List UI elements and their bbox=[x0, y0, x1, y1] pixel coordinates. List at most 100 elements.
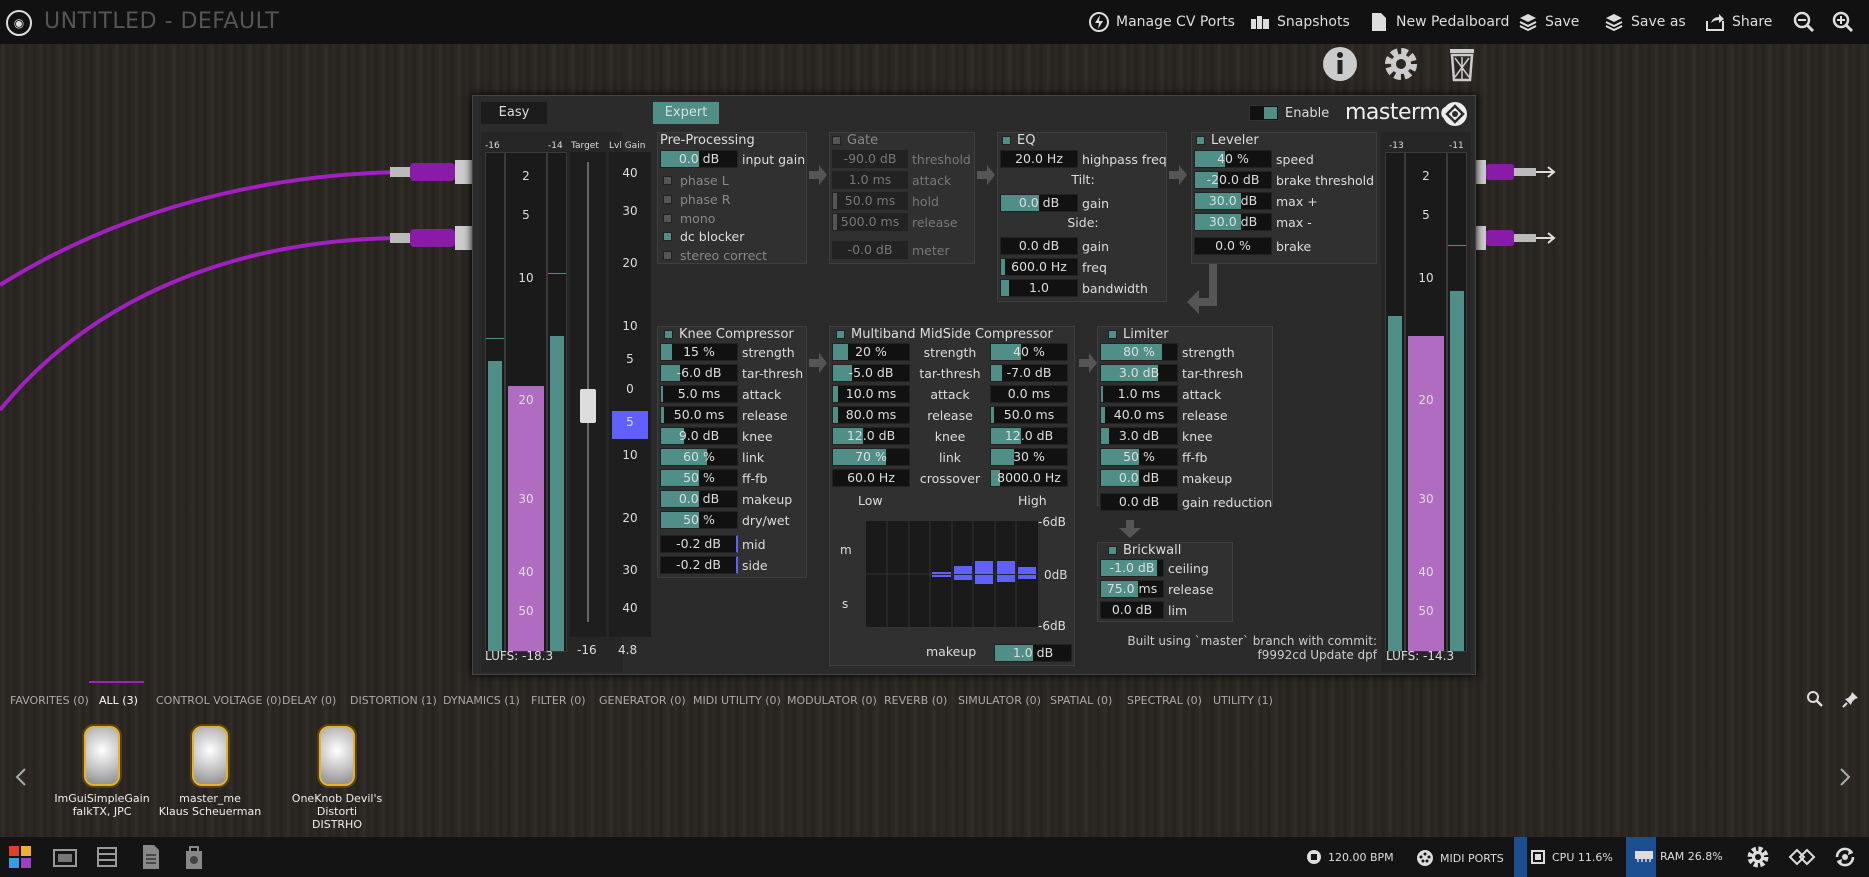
category-tab-filter[interactable]: FILTER (0) bbox=[531, 694, 586, 707]
side-gain-row[interactable]: 0.0 dB gain bbox=[1000, 236, 1109, 256]
category-tab-delay[interactable]: DELAY (0) bbox=[282, 694, 336, 707]
gate-attack-row[interactable]: 1.0 ms attack bbox=[832, 170, 951, 190]
input-gain-row[interactable]: 0.0 dB input gain bbox=[660, 149, 805, 169]
mb-release-row[interactable]: 80.0 ms release 50.0 ms bbox=[832, 405, 1068, 425]
limiter-makeup-row[interactable]: 0.0 dB makeup bbox=[1100, 468, 1232, 488]
category-tab-reverb[interactable]: REVERB (0) bbox=[884, 694, 947, 707]
knee-link-row[interactable]: 60 % link bbox=[660, 447, 764, 467]
mb-makeup-row[interactable]: 1.0 dB bbox=[994, 643, 1072, 663]
mod-logo-icon[interactable]: ◉ bbox=[6, 10, 32, 36]
leveler-title[interactable]: Leveler bbox=[1196, 133, 1259, 148]
knee-knee-row[interactable]: 9.0 dB knee bbox=[660, 426, 773, 446]
snapshots-button[interactable]: Snapshots bbox=[1249, 11, 1350, 33]
manage-cv-ports-button[interactable]: Manage CV Ports bbox=[1088, 11, 1235, 33]
knee-dry-wet-row[interactable]: 50 % dry/wet bbox=[660, 510, 790, 530]
pedal-oneknob-devils-distortion[interactable]: OneKnob Devil's Distorti DISTRHO bbox=[276, 726, 398, 831]
knee-release-row[interactable]: 50.0 ms release bbox=[660, 405, 788, 425]
target-slider-handle[interactable] bbox=[580, 389, 596, 423]
midi-ports-button[interactable]: MIDI PORTS bbox=[1416, 849, 1504, 867]
limiter-title[interactable]: Limiter bbox=[1108, 327, 1169, 342]
enable-toggle[interactable]: Enable bbox=[1249, 105, 1329, 121]
max-plus-row[interactable]: 30.0 dB max + bbox=[1194, 191, 1318, 211]
output-jacks-icon[interactable] bbox=[1474, 155, 1564, 265]
limiter-attack-row[interactable]: 1.0 ms attack bbox=[1100, 384, 1221, 404]
limiter-knee-row[interactable]: 3.0 dB knee bbox=[1100, 426, 1213, 446]
knee-strength-row[interactable]: 15 % strength bbox=[660, 342, 795, 362]
mb-strength-row[interactable]: 20 % strength 40 % bbox=[832, 342, 1068, 362]
pedal-master-me[interactable]: master_me Klaus Scheuerman bbox=[150, 726, 270, 818]
knee-makeup-row[interactable]: 0.0 dB makeup bbox=[660, 489, 792, 509]
trash-icon[interactable] bbox=[1442, 44, 1482, 84]
eq-title[interactable]: EQ bbox=[1002, 133, 1035, 148]
info-icon[interactable] bbox=[1320, 44, 1360, 84]
chevron-right-icon[interactable] bbox=[1838, 767, 1852, 787]
plugin-store-icon[interactable] bbox=[182, 843, 206, 871]
category-tab-simulator[interactable]: SIMULATOR (0) bbox=[958, 694, 1041, 707]
category-tab-utility[interactable]: UTILITY (1) bbox=[1213, 694, 1273, 707]
brickwall-release-row[interactable]: 75.0 ms release bbox=[1100, 579, 1214, 599]
knee-ff-fb-row[interactable]: 50 % ff-fb bbox=[660, 468, 767, 488]
zoom-in-button[interactable] bbox=[1832, 11, 1854, 33]
bandwidth-row[interactable]: 1.0 bandwidth bbox=[1000, 278, 1148, 298]
limiter-tar-thresh-row[interactable]: 3.0 dB tar-thresh bbox=[1100, 363, 1243, 383]
expert-mode-button[interactable]: Expert bbox=[653, 102, 719, 124]
stereo-correct-checkbox[interactable]: stereo correct bbox=[663, 246, 767, 264]
chevron-left-icon[interactable] bbox=[14, 767, 28, 787]
category-tab-distortion[interactable]: DISTORTION (1) bbox=[350, 694, 437, 707]
mod-device-icon[interactable] bbox=[1788, 845, 1816, 869]
category-tab-dynamics[interactable]: DYNAMICS (1) bbox=[443, 694, 520, 707]
target-slider[interactable] bbox=[570, 152, 606, 637]
highpass-freq-row[interactable]: 20.0 Hz highpass freq bbox=[1000, 149, 1167, 169]
pedalboard-bank-icon[interactable] bbox=[52, 845, 78, 869]
gate-threshold-row[interactable]: -90.0 dB threshold bbox=[832, 149, 971, 169]
tilt-gain-row[interactable]: 0.0 dB gain bbox=[1000, 193, 1109, 213]
dc-blocker-checkbox[interactable]: dc blocker bbox=[663, 227, 744, 245]
category-tab-generator[interactable]: GENERATOR (0) bbox=[599, 694, 686, 707]
save-as-button[interactable]: Save as bbox=[1603, 11, 1686, 33]
mb-link-row[interactable]: 70 % link 30 % bbox=[832, 447, 1068, 467]
phase-l-checkbox[interactable]: phase L bbox=[663, 171, 729, 189]
phase-r-checkbox[interactable]: phase R bbox=[663, 190, 730, 208]
mb-crossover-row[interactable]: 60.0 Hz crossover 8000.0 Hz bbox=[832, 468, 1068, 488]
gate-release-row[interactable]: 500.0 ms release bbox=[832, 212, 958, 232]
easy-mode-button[interactable]: Easy bbox=[481, 102, 547, 124]
category-tab-spectral[interactable]: SPECTRAL (0) bbox=[1127, 694, 1202, 707]
category-tab-modulator[interactable]: MODULATOR (0) bbox=[787, 694, 877, 707]
share-button[interactable]: Share bbox=[1704, 11, 1772, 33]
limiter-ff-fb-row[interactable]: 50 % ff-fb bbox=[1100, 447, 1207, 467]
gate-title[interactable]: Gate bbox=[832, 133, 878, 148]
category-tab-spatial[interactable]: SPATIAL (0) bbox=[1050, 694, 1112, 707]
category-tab-all[interactable]: ALL (3) bbox=[99, 694, 138, 707]
knee-attack-row[interactable]: 5.0 ms attack bbox=[660, 384, 781, 404]
file-manager-icon[interactable] bbox=[140, 843, 162, 871]
zoom-out-button[interactable] bbox=[1793, 11, 1815, 33]
new-pedalboard-button[interactable]: New Pedalboard bbox=[1368, 11, 1509, 33]
banks-icon[interactable] bbox=[94, 845, 120, 869]
max-minus-row[interactable]: 30.0 dB max - bbox=[1194, 212, 1312, 232]
pin-icon[interactable] bbox=[1842, 690, 1860, 708]
leveler-speed-row[interactable]: 40 % speed bbox=[1194, 149, 1314, 169]
multiband-title[interactable]: Multiband MidSide Compressor bbox=[836, 327, 1053, 342]
search-icon[interactable] bbox=[1806, 690, 1824, 708]
brake-threshold-row[interactable]: -20.0 dB brake threshold bbox=[1194, 170, 1374, 190]
knee-tar-thresh-row[interactable]: -6.0 dB tar-thresh bbox=[660, 363, 803, 383]
mb-knee-row[interactable]: 12.0 dB knee 12.0 dB bbox=[832, 426, 1068, 446]
side-freq-row[interactable]: 600.0 Hz freq bbox=[1000, 257, 1107, 277]
knee-compressor-title[interactable]: Knee Compressor bbox=[664, 327, 794, 342]
category-tab-midi-utility[interactable]: MIDI UTILITY (0) bbox=[693, 694, 781, 707]
pedal-imguisimplegain[interactable]: ImGuiSimpleGain falkTX, JPC bbox=[42, 726, 162, 818]
mono-checkbox[interactable]: mono bbox=[663, 209, 715, 227]
mb-tar-thresh-row[interactable]: -5.0 dB tar-thresh -7.0 dB bbox=[832, 363, 1068, 383]
brickwall-title[interactable]: Brickwall bbox=[1108, 543, 1181, 558]
settings-gear-icon[interactable] bbox=[1381, 44, 1421, 84]
category-tab-control-voltage[interactable]: CONTROL VOLTAGE (0) bbox=[156, 694, 282, 707]
settings-icon[interactable] bbox=[1746, 845, 1770, 869]
category-tab-favorites[interactable]: FAVORITES (0) bbox=[10, 694, 89, 707]
save-button[interactable]: Save bbox=[1517, 11, 1579, 33]
bpm-indicator[interactable]: 120.00 BPM bbox=[1306, 849, 1394, 865]
ceiling-row[interactable]: -1.0 dB ceiling bbox=[1100, 558, 1209, 578]
refresh-icon[interactable] bbox=[1832, 844, 1858, 870]
puzzle-icon[interactable] bbox=[6, 843, 34, 871]
mb-attack-row[interactable]: 10.0 ms attack 0.0 ms bbox=[832, 384, 1068, 404]
limiter-strength-row[interactable]: 80 % strength bbox=[1100, 342, 1235, 362]
